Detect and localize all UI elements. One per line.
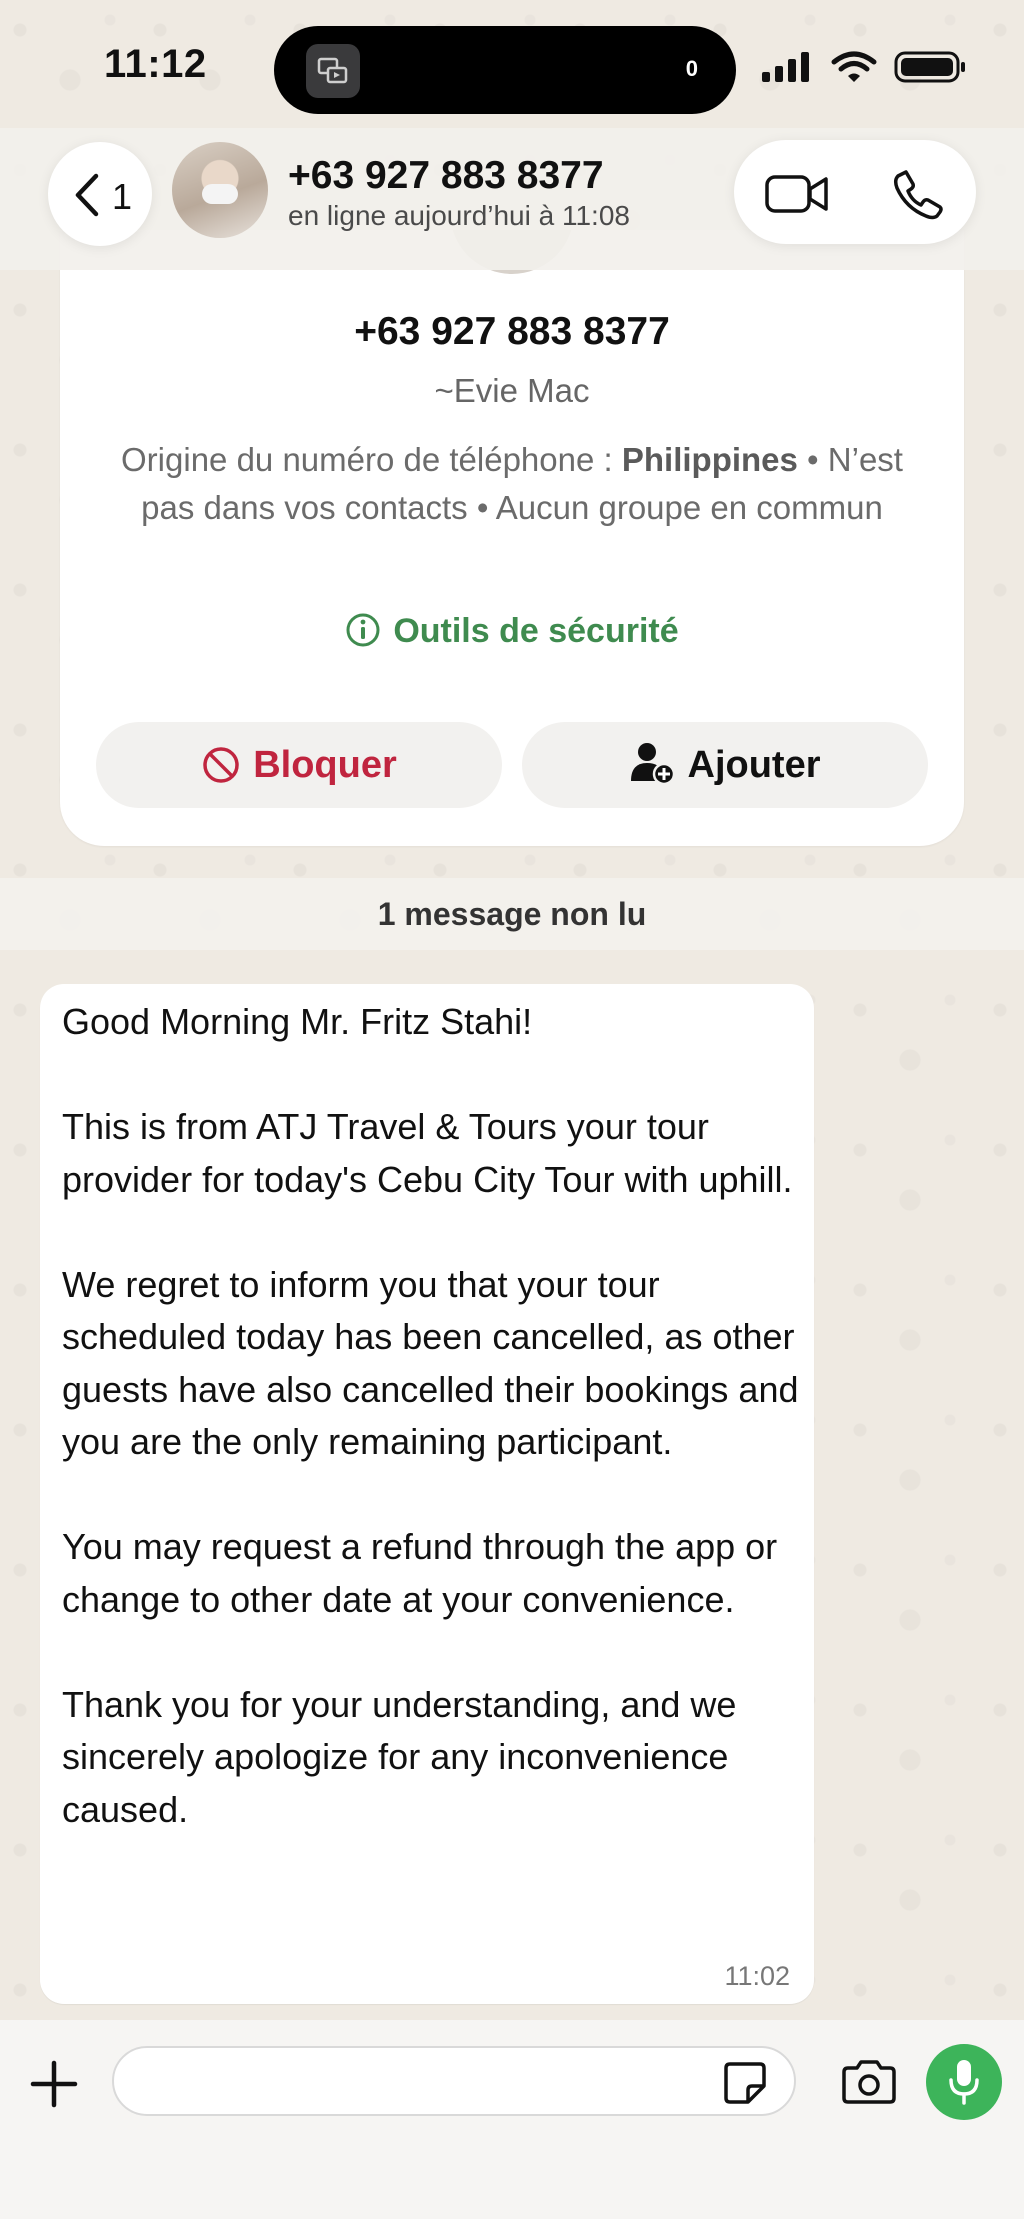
island-counter: 0 xyxy=(685,56,698,81)
voice-call-icon[interactable] xyxy=(892,168,944,225)
unread-messages-banner: 1 message non lu xyxy=(0,878,1024,950)
plus-icon[interactable] xyxy=(30,2060,78,2113)
wifi-icon xyxy=(830,50,878,89)
status-time: 11:12 xyxy=(104,42,207,86)
back-unread-count: 1 xyxy=(112,176,133,217)
origin-country: Philippines xyxy=(621,441,798,478)
screen-mirroring-icon xyxy=(306,44,360,98)
chat-header: 1 +63 927 883 8377 en ligne aujourd’hui … xyxy=(0,128,1024,270)
add-contact-button[interactable]: Ajouter xyxy=(522,722,928,808)
message-input[interactable] xyxy=(112,2046,796,2116)
microphone-button[interactable] xyxy=(926,2044,1002,2120)
video-call-icon[interactable] xyxy=(764,172,830,221)
composer-bar xyxy=(0,2020,1024,2219)
origin-prefix: Origine du numéro de téléphone : xyxy=(121,441,622,478)
info-icon xyxy=(345,612,381,657)
add-label: Ajouter xyxy=(687,744,821,786)
camera-icon[interactable] xyxy=(840,2058,898,2111)
block-icon xyxy=(201,730,241,816)
security-tools-link[interactable]: Outils de sécurité xyxy=(0,612,1024,657)
sticker-icon[interactable] xyxy=(722,2060,768,2111)
dynamic-island[interactable]: 0 xyxy=(274,26,736,114)
security-tools-label: Outils de sécurité xyxy=(393,612,679,650)
cellular-signal-icon xyxy=(760,50,814,89)
contact-presence: en ligne aujourd’hui à 11:08 xyxy=(288,200,630,231)
block-button[interactable]: Bloquer xyxy=(96,722,502,808)
chevron-left-icon xyxy=(75,173,99,217)
block-label: Bloquer xyxy=(253,744,397,786)
message-text: Good Morning Mr. Fritz Stahi! This is fr… xyxy=(62,1001,799,1830)
contact-card-phone: +63 927 883 8377 xyxy=(354,310,670,353)
incoming-message-bubble[interactable]: Good Morning Mr. Fritz Stahi! This is fr… xyxy=(40,984,814,2004)
contact-avatar[interactable] xyxy=(172,142,268,238)
call-actions xyxy=(734,140,976,244)
status-bar: 11:12 0 xyxy=(0,0,1024,140)
contact-name[interactable]: +63 927 883 8377 xyxy=(288,154,604,198)
add-person-icon xyxy=(630,730,676,816)
message-timestamp: 11:02 xyxy=(724,1961,790,1991)
back-button[interactable]: 1 xyxy=(48,142,152,246)
contact-card-alias: ~Evie Mac xyxy=(434,372,590,409)
microphone-icon xyxy=(949,2060,979,2105)
contact-card-origin: Origine du numéro de téléphone : Philipp… xyxy=(110,436,914,532)
battery-icon xyxy=(894,50,968,89)
